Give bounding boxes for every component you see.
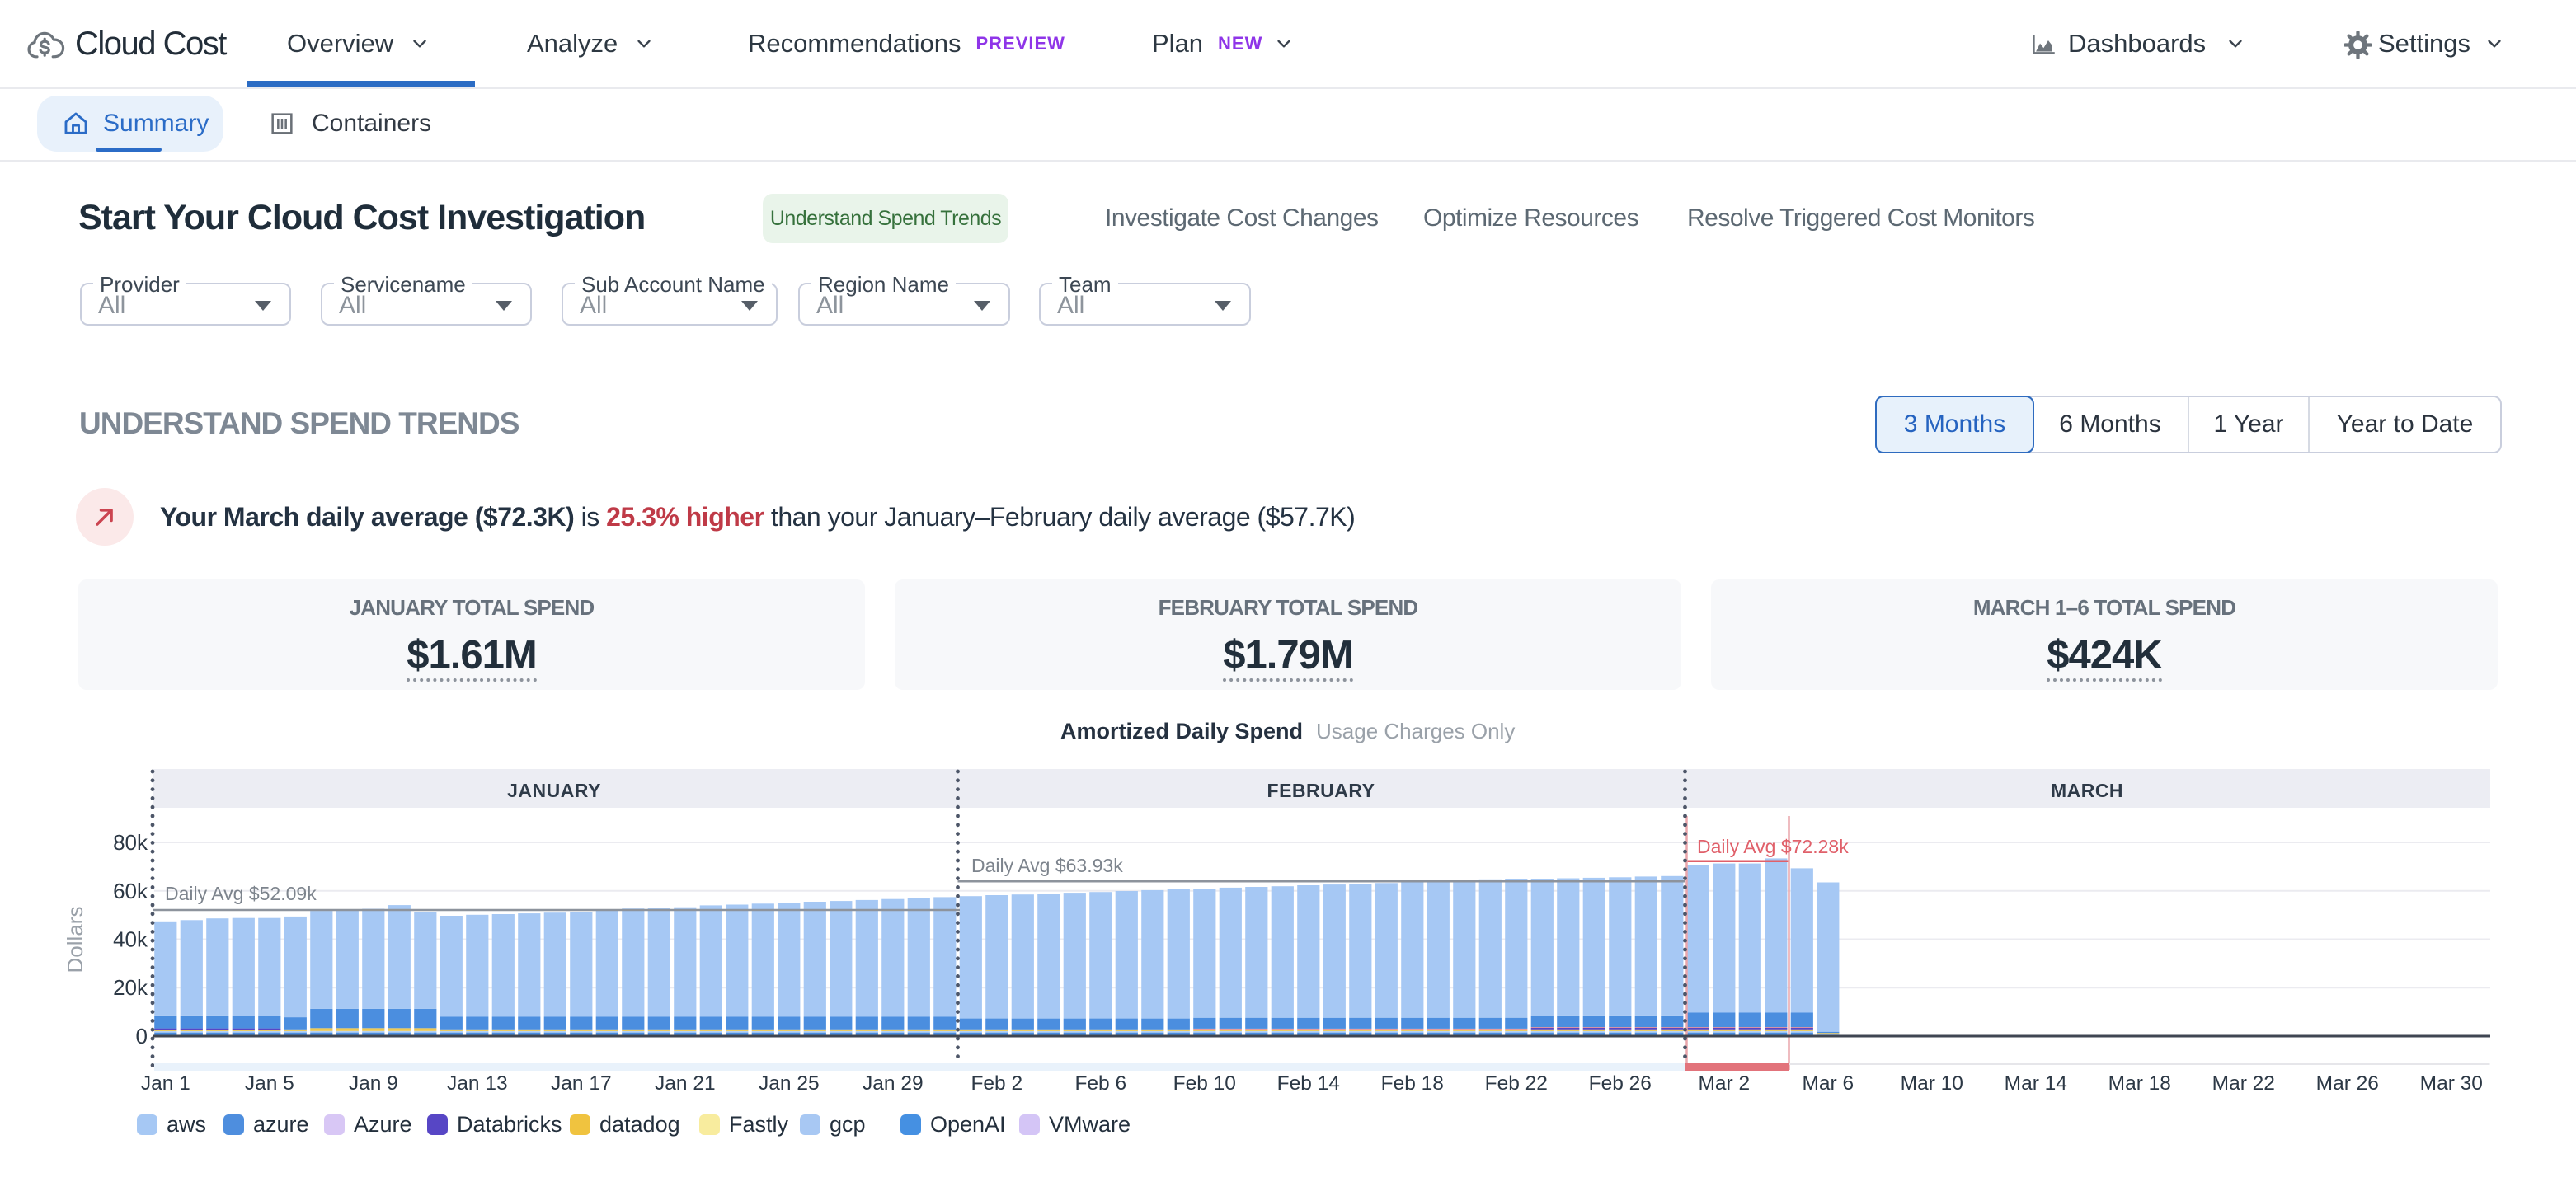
- svg-text:Jan 17: Jan 17: [551, 1072, 612, 1095]
- svg-text:Feb 2: Feb 2: [971, 1072, 1022, 1095]
- svg-text:Feb 18: Feb 18: [1381, 1072, 1444, 1095]
- svg-text:60k: 60k: [113, 879, 148, 903]
- svg-text:Mar 6: Mar 6: [1802, 1072, 1854, 1095]
- svg-text:80k: 80k: [113, 830, 148, 855]
- svg-text:Mar 18: Mar 18: [2108, 1072, 2171, 1095]
- svg-text:Amortized Daily Spend: Amortized Daily Spend: [1060, 719, 1303, 743]
- svg-text:Feb 6: Feb 6: [1074, 1072, 1126, 1095]
- svg-text:Daily Avg $72.28k: Daily Avg $72.28k: [1697, 836, 1849, 857]
- svg-text:Feb 22: Feb 22: [1485, 1072, 1548, 1095]
- svg-text:Jan 25: Jan 25: [759, 1072, 820, 1095]
- svg-text:Daily Avg $52.09k: Daily Avg $52.09k: [165, 883, 317, 904]
- svg-text:20k: 20k: [113, 975, 148, 1000]
- svg-text:Daily Avg $63.93k: Daily Avg $63.93k: [971, 855, 1123, 876]
- svg-text:40k: 40k: [113, 927, 148, 952]
- svg-text:Dollars: Dollars: [63, 907, 87, 973]
- svg-text:Feb 10: Feb 10: [1173, 1072, 1236, 1095]
- svg-text:Feb 14: Feb 14: [1277, 1072, 1340, 1095]
- svg-text:FEBRUARY: FEBRUARY: [1267, 780, 1375, 801]
- svg-text:JANUARY: JANUARY: [507, 780, 601, 801]
- svg-text:Mar 22: Mar 22: [2212, 1072, 2275, 1095]
- svg-text:Mar 10: Mar 10: [1901, 1072, 1963, 1095]
- svg-text:Mar 14: Mar 14: [2005, 1072, 2067, 1095]
- svg-text:Feb 26: Feb 26: [1589, 1072, 1652, 1095]
- svg-text:Mar 26: Mar 26: [2316, 1072, 2379, 1095]
- svg-text:Jan 9: Jan 9: [349, 1072, 398, 1095]
- svg-text:Jan 21: Jan 21: [655, 1072, 716, 1095]
- svg-text:0: 0: [136, 1024, 148, 1048]
- svg-text:Jan 29: Jan 29: [863, 1072, 924, 1095]
- svg-text:Jan 1: Jan 1: [141, 1072, 190, 1095]
- svg-text:Mar 2: Mar 2: [1698, 1072, 1750, 1095]
- svg-text:Usage Charges Only: Usage Charges Only: [1316, 719, 1515, 743]
- svg-text:Jan 5: Jan 5: [245, 1072, 294, 1095]
- svg-text:Mar 30: Mar 30: [2420, 1072, 2483, 1095]
- svg-text:Jan 13: Jan 13: [447, 1072, 508, 1095]
- svg-text:MARCH: MARCH: [2051, 780, 2123, 801]
